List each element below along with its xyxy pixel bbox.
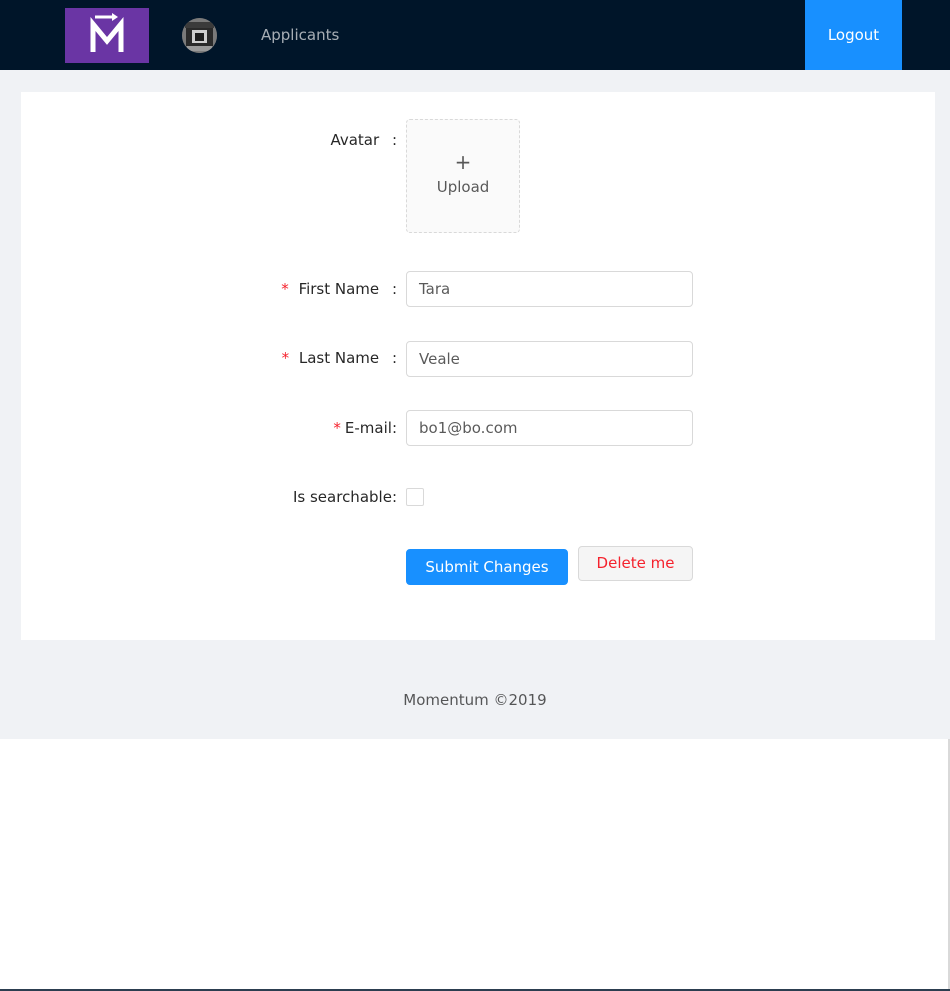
submit-changes-button[interactable]: Submit Changes — [406, 549, 568, 585]
searchable-checkbox[interactable] — [406, 488, 424, 506]
footer-copyright: Momentum ©2019 — [403, 691, 547, 709]
momentum-logo-icon[interactable] — [65, 8, 149, 63]
searchable-label-text: Is searchable — [292, 488, 392, 506]
searchable-label-colon: : — [391, 488, 397, 506]
first-name-input[interactable]: Tara — [406, 271, 693, 307]
last-name-label-colon: : — [391, 349, 397, 367]
avatar-label-text: Avatar — [330, 131, 380, 149]
upload-text: Upload — [436, 178, 490, 196]
first-name-label-text: First Name — [298, 280, 380, 298]
delete-me-button[interactable]: Delete me — [578, 546, 693, 581]
required-mark: * — [333, 419, 341, 437]
logo-mark — [90, 13, 124, 52]
email-label: * E-mail: — [333, 417, 397, 439]
first-name-label: * First Name : — [281, 278, 397, 300]
app-layout: Applicants Logout Avatar : + Upload * Fi… — [0, 0, 950, 739]
email-label-text: E-mail — [344, 419, 392, 437]
nav-link-applicants[interactable]: Applicants — [261, 24, 339, 46]
avatar-label-colon: : — [391, 131, 397, 149]
last-name-input[interactable]: Veale — [406, 341, 693, 377]
avatar-image — [182, 18, 217, 53]
logout-button[interactable]: Logout — [805, 0, 902, 70]
top-header: Applicants Logout — [0, 0, 950, 70]
user-avatar-icon[interactable] — [182, 18, 217, 53]
email-input[interactable]: bo1@bo.com — [406, 410, 693, 446]
plus-icon: + — [454, 150, 472, 174]
last-name-label-text: Last Name — [298, 349, 380, 367]
first-name-label-colon: : — [391, 280, 397, 298]
avatar-upload-button[interactable]: + Upload — [406, 119, 520, 233]
required-mark: * — [281, 280, 289, 298]
required-mark: * — [281, 349, 290, 367]
email-label-colon: : — [391, 419, 397, 437]
avatar-label: Avatar : — [330, 129, 397, 151]
searchable-label: Is searchable: — [293, 486, 397, 508]
last-name-label: * Last Name : — [282, 347, 397, 369]
